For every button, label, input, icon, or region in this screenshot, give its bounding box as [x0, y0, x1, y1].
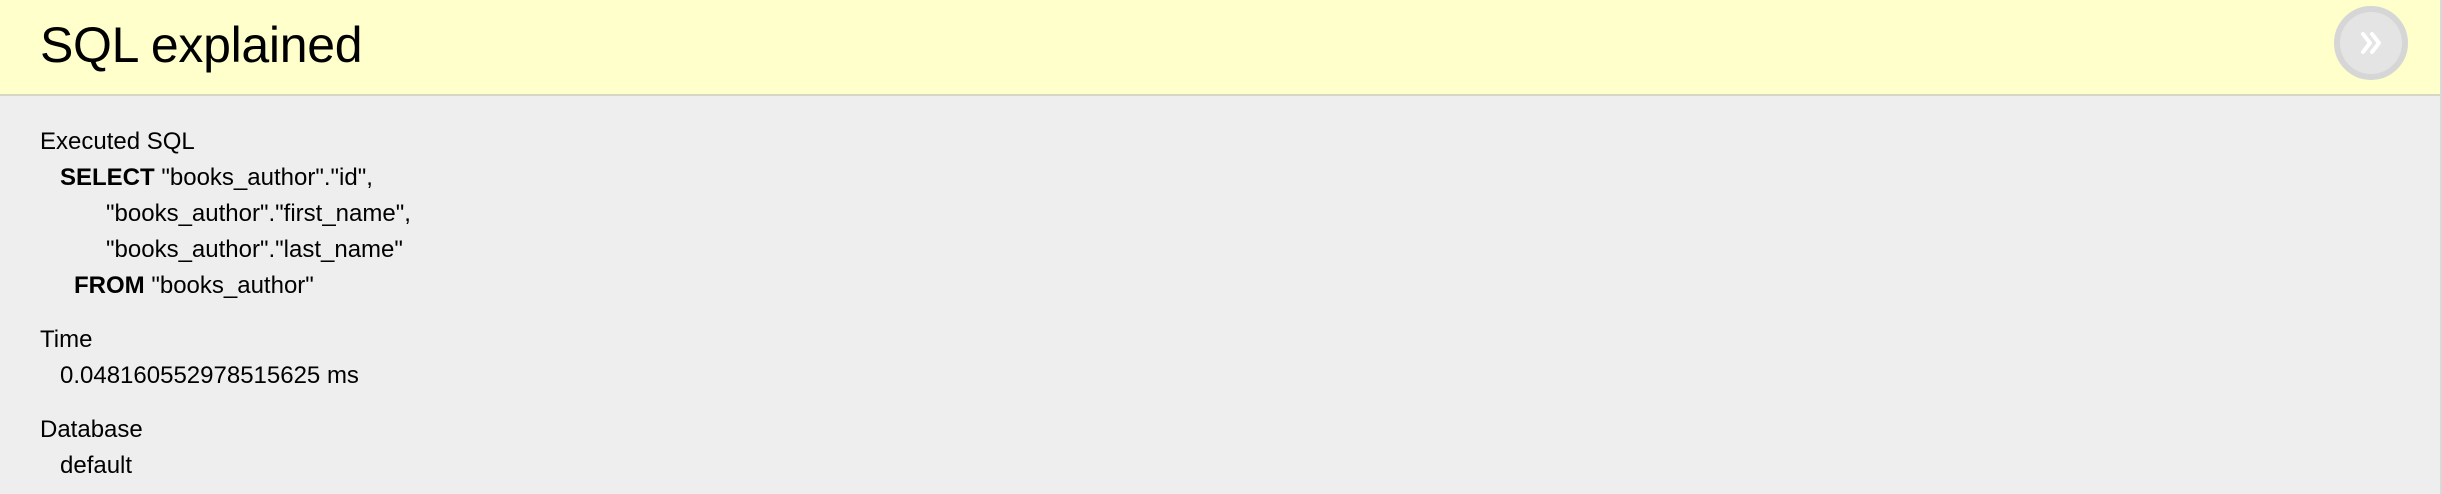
- time-label: Time: [40, 326, 93, 353]
- time-section: Time 0.04816055297851562​5 ms: [40, 322, 2440, 394]
- panel-header: SQL explained: [0, 0, 2440, 96]
- sql-keyword-from: FROM: [74, 272, 145, 299]
- sql-column-id: "books_author"."id",: [161, 164, 373, 191]
- sql-line-from: FROM "books_author": [60, 268, 2440, 304]
- sql-line-select: SELECT "books_author"."id",: [60, 160, 2440, 196]
- executed-sql-section: Executed SQL SELECT "books_author"."id",…: [40, 124, 2440, 304]
- double-chevron-right-icon: [2361, 32, 2381, 54]
- executed-sql-label: Executed SQL: [40, 128, 195, 155]
- sql-table-name: "books_author": [151, 272, 314, 299]
- panel-title: SQL explained: [40, 17, 363, 73]
- sql-code: SELECT "books_author"."id", "books_autho…: [40, 160, 2440, 304]
- database-label: Database: [40, 416, 143, 443]
- panel-content: Executed SQL SELECT "books_author"."id",…: [40, 124, 2440, 484]
- close-panel-button[interactable]: [2334, 6, 2408, 80]
- sql-line-last-name: "books_author"."last_name": [60, 232, 2440, 268]
- time-value: 0.04816055297851562​5 ms: [60, 362, 359, 389]
- sql-column-last-name: "books_author"."last_name": [106, 236, 403, 263]
- sql-line-first-name: "books_author"."first_name",: [60, 196, 2440, 232]
- sql-keyword-select: SELECT: [60, 164, 155, 191]
- sql-explained-panel: SQL explained Executed SQL SELECT "books…: [0, 0, 2442, 494]
- sql-column-first-name: "books_author"."first_name",: [106, 200, 411, 227]
- database-value: default: [60, 452, 133, 479]
- database-section: Database default: [40, 412, 2440, 484]
